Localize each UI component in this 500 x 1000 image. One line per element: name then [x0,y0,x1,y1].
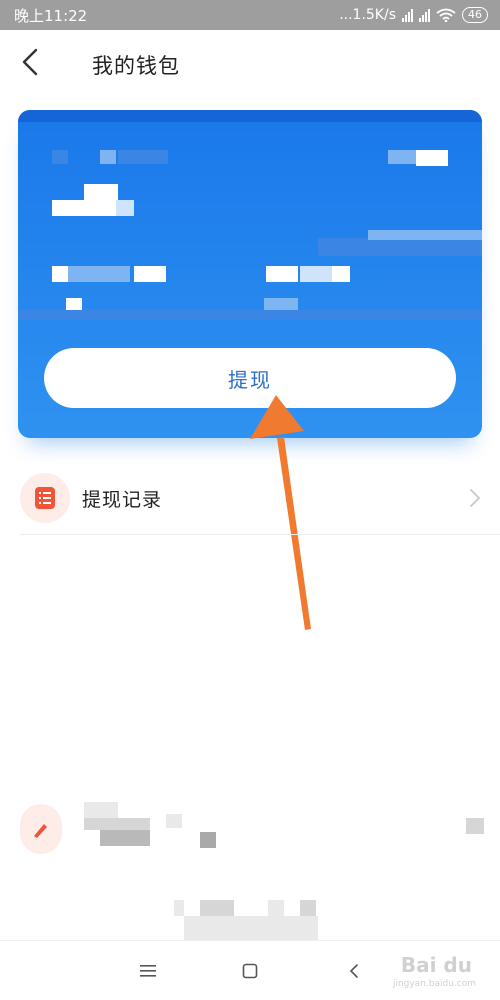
menu-icon [140,965,156,977]
baidu-watermark-site: jingyan.baidu.com [392,979,476,989]
wifi-icon [436,8,456,22]
card-top-strip [18,110,482,122]
page-title: 我的钱包 [92,54,180,78]
record-icon-badge [20,473,70,523]
pen-icon [34,824,47,838]
withdraw-record-item[interactable]: 提现记录 [0,466,500,530]
divider [20,534,500,535]
header: 我的钱包 [0,30,500,94]
nav-home-button[interactable] [238,959,262,983]
battery-icon: 46 [462,7,488,23]
back-triangle-icon [349,964,358,978]
obscured-list-item[interactable] [0,794,500,864]
baidu-watermark: Bai du [400,953,472,977]
nav-menu-button[interactable] [136,959,160,983]
nav-back-button[interactable] [342,959,366,983]
home-square-icon [242,963,258,979]
network-speed: ...1.5K/s [339,7,396,23]
signal-icon [402,8,413,22]
document-list-icon [35,487,55,509]
chevron-right-icon [470,489,481,507]
obscured-item-icon [20,804,62,854]
status-time: 晚上11:22 [14,6,88,25]
back-button[interactable] [14,46,46,78]
bottom-navigation-bar: Bai du jingyan.baidu.com [0,940,500,1000]
status-indicators: ...1.5K/s 46 [339,7,488,23]
withdraw-record-label: 提现记录 [82,488,163,511]
chevron-left-icon [22,48,38,76]
status-bar: 晚上11:22 ...1.5K/s 46 [0,0,500,30]
wallet-card: 提现 [18,110,482,438]
signal-icon-2 [419,8,430,22]
